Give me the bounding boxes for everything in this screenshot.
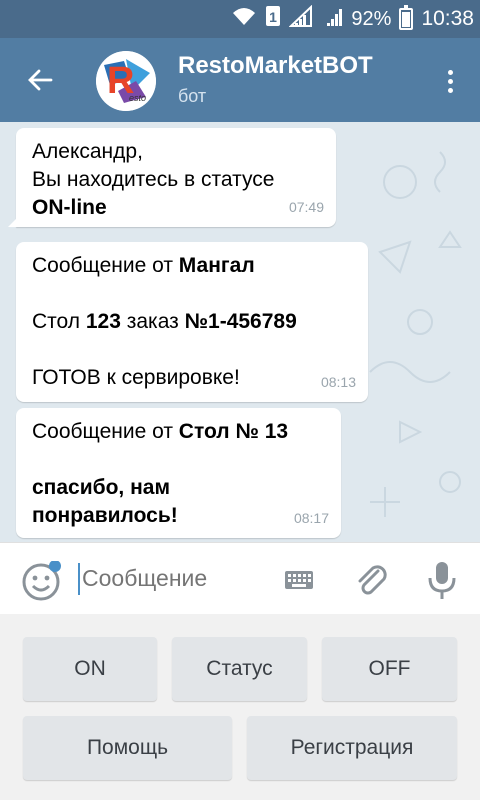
sim1-icon: 1 — [265, 5, 281, 33]
signal-2-icon — [321, 5, 343, 33]
message-text: Вы находитесь в статусе — [32, 168, 275, 191]
attach-button[interactable] — [352, 561, 392, 601]
restomarket-logo: R esto — [96, 51, 156, 111]
emoji-button[interactable] — [22, 560, 62, 601]
clock: 10:38 — [421, 7, 474, 30]
message-bubble[interactable]: Александр, Вы находитесь в статусе ON-li… — [8, 128, 336, 227]
signal-1-icon — [288, 4, 313, 33]
paperclip-icon — [358, 565, 387, 595]
more-vert-icon — [447, 69, 453, 75]
message-text: Сообщение от Мангал — [32, 254, 255, 277]
voice-button[interactable] — [422, 559, 462, 601]
message-bubble[interactable]: Сообщение от Стол № 13 спасибо, нам понр… — [16, 408, 341, 538]
wifi-icon — [231, 5, 257, 33]
help-button[interactable]: Помощь — [23, 716, 232, 780]
microphone-icon — [428, 562, 456, 599]
message-time: 08:13 — [320, 374, 356, 390]
chat-subtitle: бот — [178, 86, 207, 106]
message-text: ГОТОВ к сервировке! — [32, 366, 240, 389]
smiley-icon — [22, 560, 61, 601]
battery-percent: 92% — [351, 7, 392, 30]
message-text: ON-line — [32, 196, 107, 219]
bot-reply-keyboard: ON Статус OFF Помощь Регистрация — [0, 614, 480, 800]
off-button[interactable]: OFF — [322, 637, 457, 701]
message-text: Стол 123 заказ №1-456789 — [32, 310, 297, 333]
register-button[interactable]: Регистрация — [247, 716, 457, 780]
message-text: Сообщение от Стол № 13 — [32, 420, 289, 443]
svg-text:esto: esto — [129, 93, 146, 103]
bot-keyboard-button[interactable] — [284, 565, 314, 595]
status-bar: 1 92% 10:38 — [0, 0, 480, 38]
message-text: спасибо, нам — [32, 476, 170, 499]
message-time: 08:17 — [293, 510, 329, 526]
message-input[interactable] — [78, 561, 272, 595]
message-bubble[interactable]: Сообщение от Мангал Стол 123 заказ №1-45… — [16, 242, 368, 402]
status-button[interactable]: Статус — [172, 637, 307, 701]
message-text: понравилось! — [32, 504, 178, 527]
back-button[interactable] — [18, 58, 62, 102]
arrow-left-icon — [28, 69, 53, 91]
more-menu-button[interactable] — [438, 62, 462, 100]
message-composer — [0, 542, 480, 615]
message-text: Александр, — [32, 140, 143, 163]
keyboard-icon — [285, 571, 313, 589]
chat-header: R esto RestoMarketBOT бот — [0, 38, 480, 122]
chat-area[interactable]: Александр, Вы находитесь в статусе ON-li… — [0, 122, 480, 542]
on-button[interactable]: ON — [23, 637, 157, 701]
message-time: 07:49 — [288, 199, 324, 215]
bot-avatar[interactable]: R esto — [96, 51, 156, 111]
chat-title: RestoMarketBOT — [178, 52, 373, 79]
battery-icon — [399, 5, 414, 30]
svg-text:1: 1 — [270, 9, 278, 25]
